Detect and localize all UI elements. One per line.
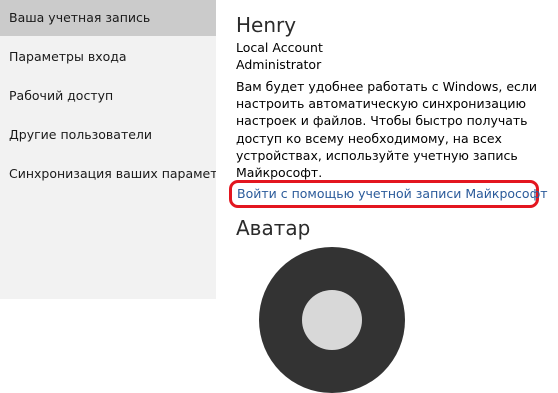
- sidebar: Ваша учетная запись Параметры входа Рабо…: [0, 0, 216, 299]
- user-name: Henry: [236, 13, 297, 37]
- avatar-ring: [302, 290, 362, 350]
- account-type: Local Account: [236, 40, 323, 55]
- avatar-heading: Аватар: [236, 216, 311, 240]
- sidebar-item-sync-settings[interactable]: Синхронизация ваших параметров: [0, 156, 216, 192]
- sidebar-item-work-access[interactable]: Рабочий доступ: [0, 78, 216, 114]
- account-panel: Henry Local Account Administrator Вам бу…: [216, 0, 558, 393]
- sidebar-item-other-users[interactable]: Другие пользователи: [0, 117, 216, 153]
- avatar: [259, 247, 405, 393]
- account-role: Administrator: [236, 57, 322, 72]
- sidebar-item-your-account[interactable]: Ваша учетная запись: [0, 0, 216, 36]
- microsoft-account-sign-in-link[interactable]: Войти с помощью учетной записи Майкрософ…: [237, 184, 548, 203]
- sidebar-item-sign-in-options[interactable]: Параметры входа: [0, 39, 216, 75]
- sync-description: Вам будет удобнее работать с Windows, ес…: [236, 79, 538, 181]
